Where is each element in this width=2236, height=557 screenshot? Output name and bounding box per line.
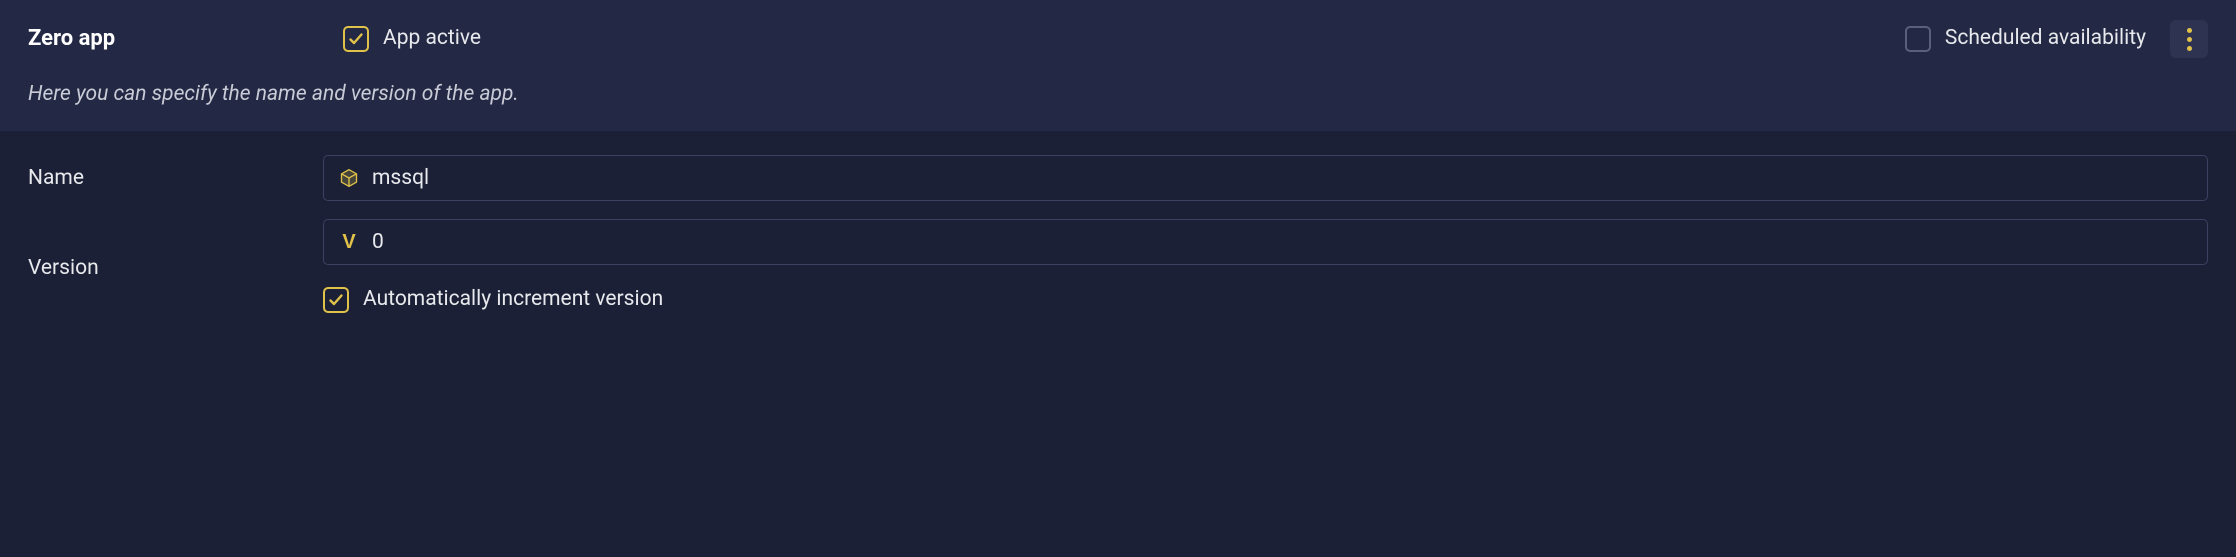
checkbox-box xyxy=(343,26,369,52)
title-column: Zero app xyxy=(28,24,323,55)
name-input[interactable] xyxy=(372,164,2193,192)
version-icon: V xyxy=(338,228,360,256)
app-active-label: App active xyxy=(383,24,481,53)
version-row: Version V Automatically increment versio… xyxy=(28,219,2208,317)
checkbox-box xyxy=(323,287,349,313)
package-icon xyxy=(338,167,360,189)
auto-increment-checkbox[interactable]: Automatically increment version xyxy=(323,285,663,314)
auto-increment-row: Automatically increment version xyxy=(323,285,2208,317)
auto-increment-label: Automatically increment version xyxy=(363,285,663,314)
header-row: Zero app App active Scheduled availabili… xyxy=(28,20,2208,58)
name-field-col xyxy=(323,155,2208,201)
panel-title: Zero app xyxy=(28,24,323,55)
panel-body: Name Version V xyxy=(0,131,2236,375)
name-row: Name xyxy=(28,155,2208,201)
more-options-button[interactable] xyxy=(2170,20,2208,58)
panel-subtitle: Here you can specify the name and versio… xyxy=(28,80,2208,109)
version-input-wrap: V xyxy=(323,219,2208,265)
checkbox-box xyxy=(1905,26,1931,52)
checkmark-icon xyxy=(328,292,344,308)
version-label: Version xyxy=(28,254,323,283)
scheduled-availability-label: Scheduled availability xyxy=(1945,24,2146,53)
version-field-col: V Automatically increment version xyxy=(323,219,2208,317)
zero-app-panel: Zero app App active Scheduled availabili… xyxy=(0,0,2236,375)
name-input-wrap xyxy=(323,155,2208,201)
kebab-icon xyxy=(2187,28,2192,51)
checkmark-icon xyxy=(348,31,364,47)
version-input[interactable] xyxy=(372,228,2193,256)
panel-header: Zero app App active Scheduled availabili… xyxy=(0,0,2236,131)
name-label: Name xyxy=(28,164,323,193)
app-active-checkbox[interactable]: App active xyxy=(343,24,481,53)
scheduled-availability-checkbox[interactable]: Scheduled availability xyxy=(1905,24,2146,53)
